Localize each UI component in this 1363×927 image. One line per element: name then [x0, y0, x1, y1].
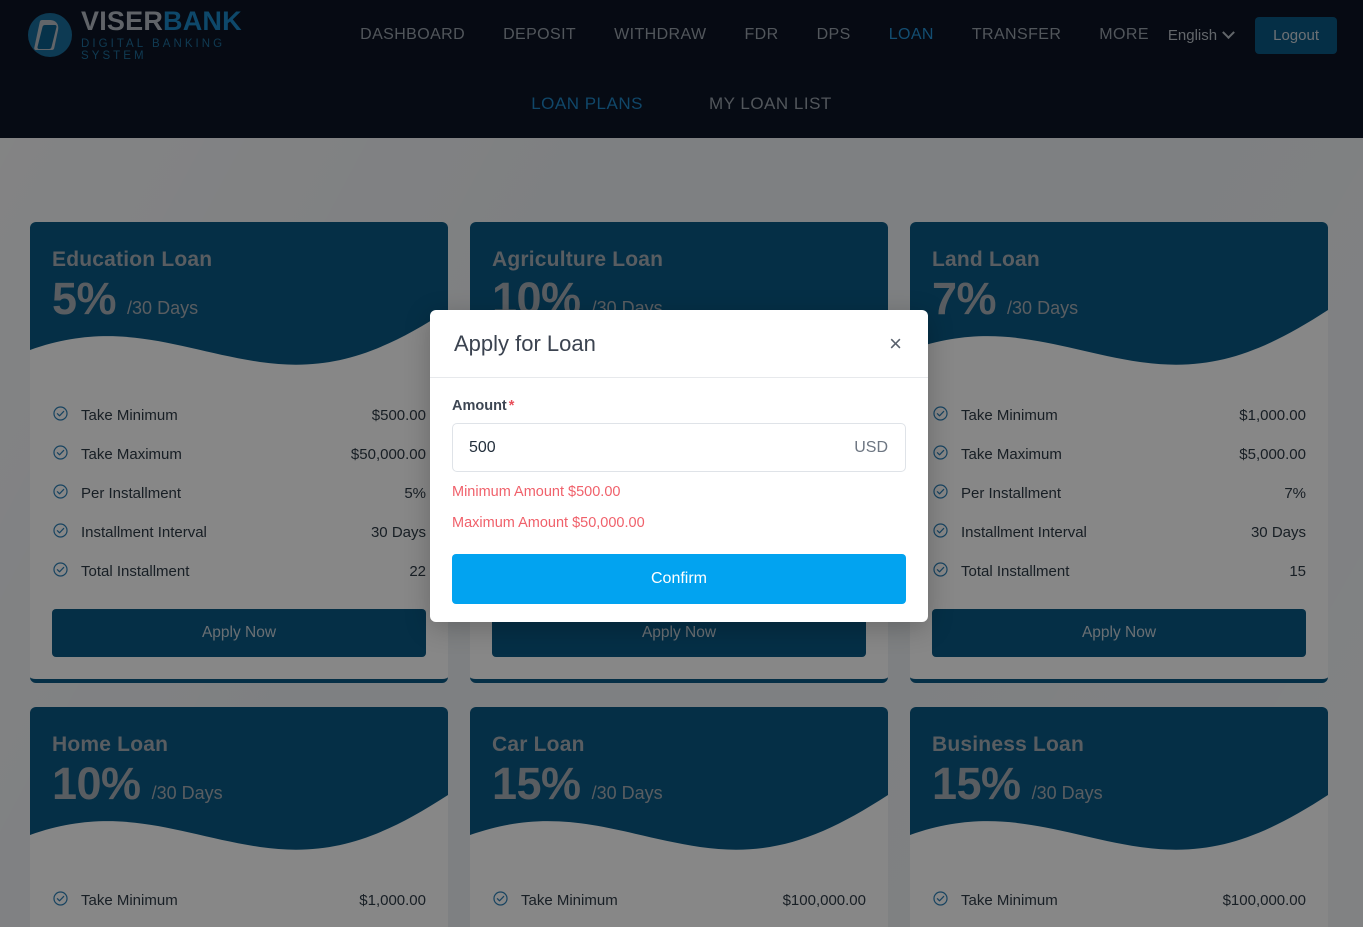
- modal-title: Apply for Loan: [454, 330, 596, 356]
- modal-body: Amount* USD Minimum Amount $500.00 Maxim…: [430, 378, 928, 622]
- currency-suffix: USD: [854, 438, 888, 456]
- amount-label-text: Amount: [452, 398, 507, 414]
- required-asterisk: *: [508, 398, 515, 414]
- maximum-amount-note: Maximum Amount $50,000.00: [452, 515, 645, 532]
- confirm-button[interactable]: Confirm: [452, 554, 906, 605]
- amount-input[interactable]: [453, 438, 838, 457]
- amount-field-label: Amount *: [452, 398, 906, 414]
- close-icon[interactable]: ×: [887, 329, 904, 359]
- amount-input-wrapper: USD: [452, 423, 906, 472]
- modal-header: Apply for Loan ×: [430, 310, 928, 378]
- apply-for-loan-modal: Apply for Loan × Amount* USD Minimum Amo…: [430, 310, 928, 623]
- minimum-amount-note: Minimum Amount $500.00: [452, 484, 621, 500]
